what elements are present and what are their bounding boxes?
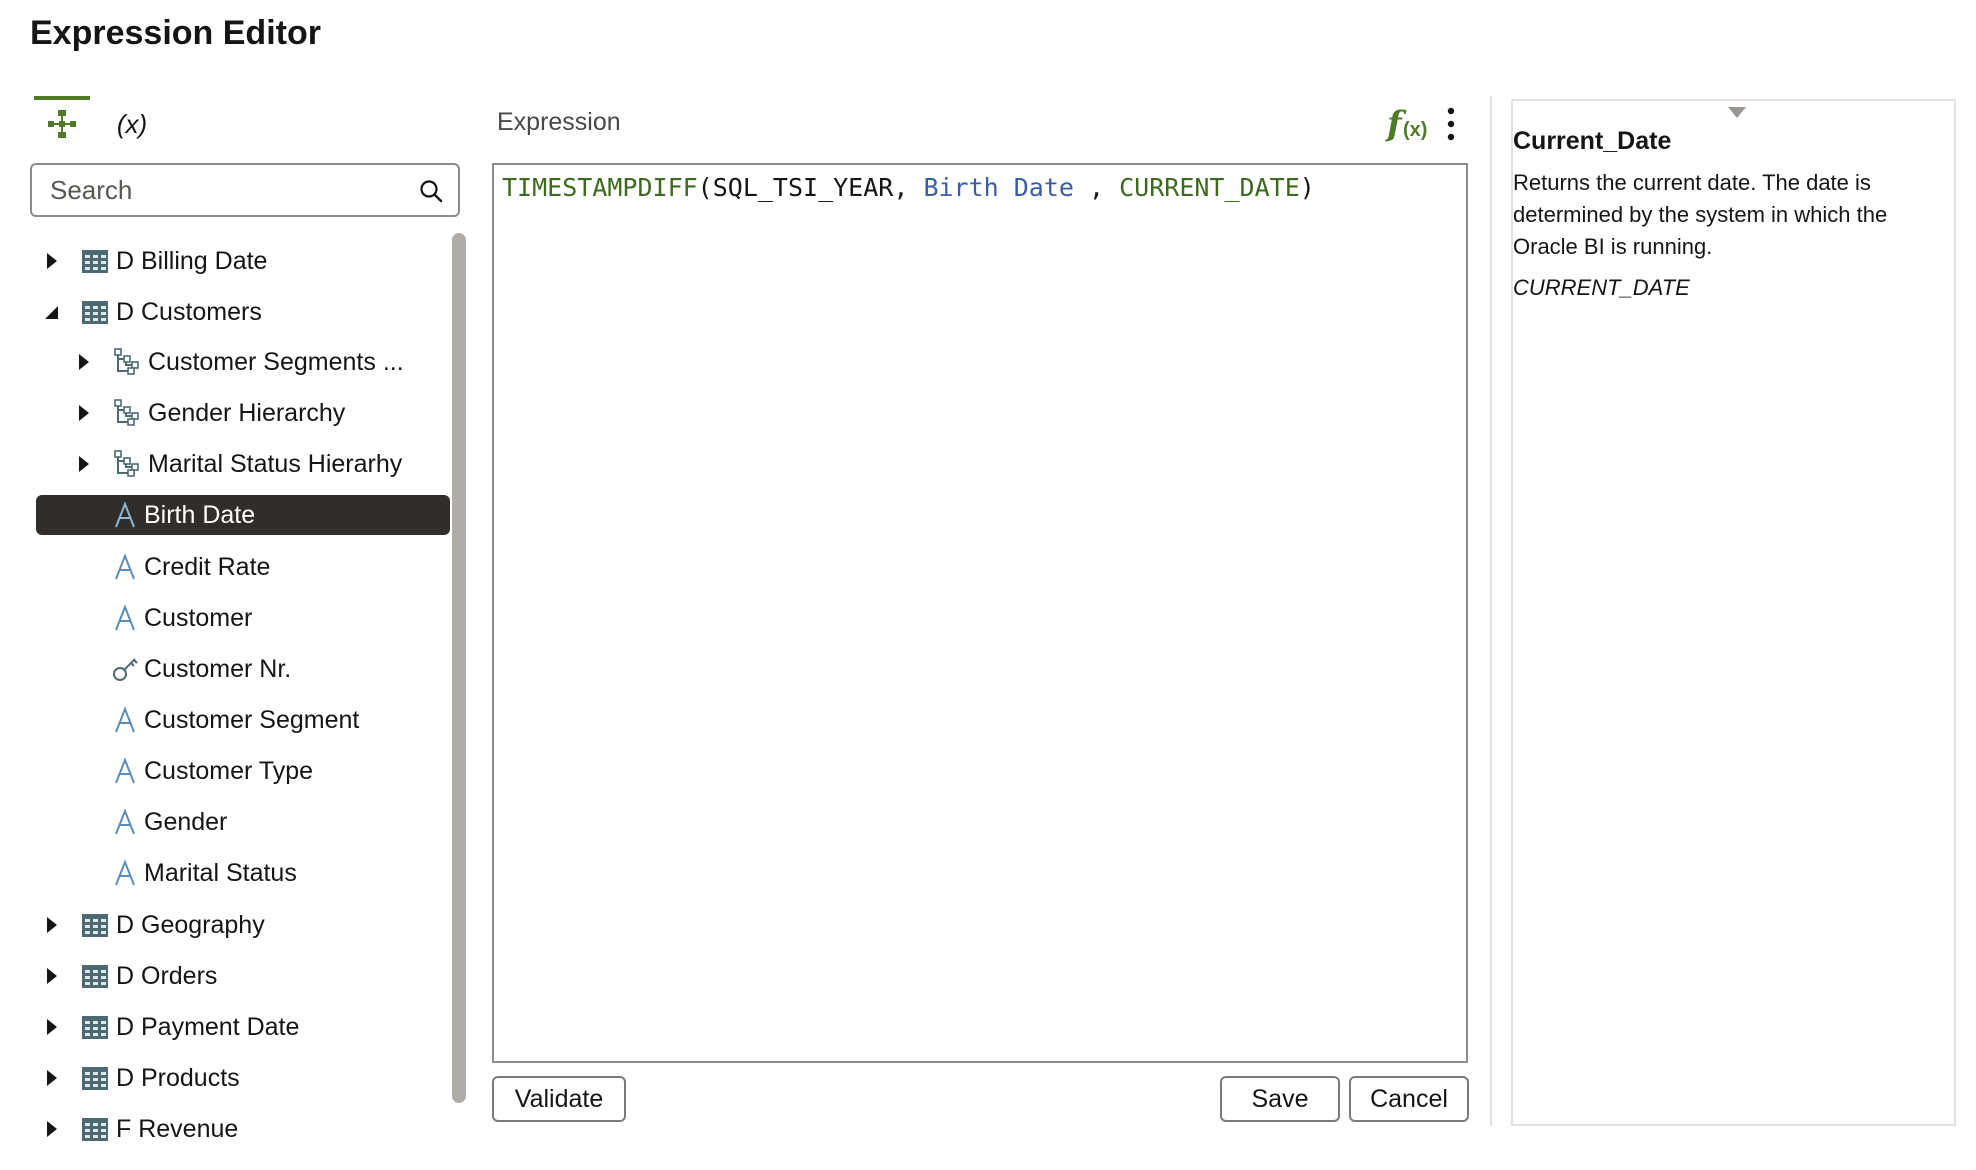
search-input[interactable]	[48, 173, 412, 207]
tree-item-label: D Customers	[116, 298, 262, 326]
code-token-plain: (SQL_TSI_YEAR,	[697, 173, 924, 202]
tree-item-label: D Products	[116, 1064, 240, 1092]
tree-item[interactable]: Marital Status	[30, 853, 440, 893]
caret-down-icon[interactable]	[1728, 107, 1746, 119]
expand-caret-icon[interactable]	[74, 403, 94, 423]
tab-fields[interactable]	[34, 96, 90, 148]
help-title: Current_Date	[1513, 127, 1672, 155]
code-token-column: Birth Date	[923, 173, 1074, 202]
tree-item-label: D Billing Date	[116, 247, 268, 275]
tree-item-label: Customer Type	[144, 757, 314, 785]
panel-divider[interactable]	[1490, 96, 1492, 1126]
table-icon	[82, 250, 108, 273]
tree-item[interactable]: F Revenue	[30, 1109, 440, 1149]
expand-caret-icon[interactable]	[42, 1017, 62, 1037]
attribute-icon	[115, 757, 135, 784]
attribute-icon	[115, 553, 135, 580]
tree-item[interactable]: D Geography	[30, 905, 440, 945]
expand-caret-icon[interactable]	[42, 251, 62, 271]
tree-item-label: Gender Hierarchy	[148, 399, 346, 427]
tree-item-label: Customer Segment	[144, 706, 360, 734]
search-icon[interactable]	[418, 178, 444, 204]
table-icon	[82, 914, 108, 937]
expression-editor-textarea[interactable]: TIMESTAMPDIFF(SQL_TSI_YEAR, Birth Date ,…	[492, 163, 1468, 1063]
tree-item[interactable]: Gender Hierarchy	[30, 393, 440, 433]
tree-item-label: Customer Nr.	[144, 655, 292, 683]
tree-item[interactable]: D Payment Date	[30, 1007, 440, 1047]
search-box	[30, 163, 460, 217]
table-icon	[82, 301, 108, 324]
tree-item[interactable]: Gender	[30, 802, 440, 842]
tree-item-label: Customer	[144, 604, 253, 632]
function-help-panel: Current_Date Returns the current date. T…	[1511, 99, 1956, 1126]
help-description: Returns the current date. The date is de…	[1513, 170, 1888, 259]
tree-item[interactable]: Birth Date	[36, 495, 450, 535]
tab-variables-label: (x)	[116, 108, 148, 139]
expand-caret-icon[interactable]	[42, 1119, 62, 1139]
tree-item[interactable]: D Products	[30, 1058, 440, 1098]
tree-item[interactable]: D Billing Date	[30, 241, 440, 281]
cancel-button[interactable]: Cancel	[1349, 1076, 1469, 1122]
expression-label: Expression	[497, 108, 621, 136]
hierarchy-icon	[114, 399, 139, 426]
svg-text:(x): (x)	[1403, 119, 1427, 141]
attribute-icon	[115, 501, 135, 528]
attribute-icon	[115, 859, 135, 886]
tab-variables[interactable]: (x)	[102, 100, 162, 148]
tree-item-label: Credit Rate	[144, 553, 271, 581]
help-syntax: CURRENT_DATE	[1513, 275, 1690, 300]
hierarchy-icon	[114, 450, 139, 477]
expand-caret-icon[interactable]	[74, 454, 94, 474]
tree-scrollbar[interactable]	[452, 233, 466, 1103]
validate-button[interactable]: Validate	[492, 1076, 626, 1122]
code-token-plain: ,	[1073, 173, 1120, 202]
attribute-icon	[115, 706, 135, 733]
tree-item-label: D Geography	[116, 911, 265, 939]
table-icon	[82, 965, 108, 988]
tree-item[interactable]: Customer	[30, 598, 440, 638]
left-tab-bar: (x)	[34, 96, 454, 146]
code-token-plain: )	[1299, 173, 1315, 202]
tree-item-label: Marital Status	[144, 859, 297, 887]
page-title: Expression Editor	[30, 14, 321, 52]
collapse-caret-icon[interactable]	[42, 302, 62, 322]
expression-editor-window: Expression Editor (x) Search D Billing D…	[0, 0, 1976, 1170]
tree-item[interactable]: D Orders	[30, 956, 440, 996]
tree-item-label: D Payment Date	[116, 1013, 300, 1041]
expression-code: TIMESTAMPDIFF(SQL_TSI_YEAR, Birth Date ,…	[502, 173, 1315, 202]
tree-item-label: F Revenue	[116, 1115, 239, 1143]
kebab-menu-icon[interactable]	[1444, 106, 1458, 142]
table-icon	[82, 1067, 108, 1090]
table-icon	[82, 1016, 108, 1039]
expand-caret-icon[interactable]	[42, 966, 62, 986]
fact-table-icon	[82, 1118, 108, 1141]
expand-caret-icon[interactable]	[42, 1068, 62, 1088]
tree-item-label: Birth Date	[144, 501, 256, 529]
tree-item-label: D Orders	[116, 962, 218, 990]
tree-item[interactable]: Customer Nr.	[30, 649, 440, 689]
tree-item[interactable]: Customer Segments ...	[30, 342, 440, 382]
expand-caret-icon[interactable]	[74, 352, 94, 372]
tree-item[interactable]: Customer Segment	[30, 700, 440, 740]
save-button[interactable]: Save	[1220, 1076, 1340, 1122]
attribute-icon	[115, 808, 135, 835]
tree-item-label: Gender	[144, 808, 228, 836]
code-token-function: TIMESTAMPDIFF	[502, 173, 698, 202]
tree-item-label: Customer Segments ...	[148, 348, 404, 376]
code-token-function: CURRENT_DATE	[1119, 173, 1300, 202]
expand-caret-icon[interactable]	[42, 915, 62, 935]
tree-item[interactable]: Credit Rate	[30, 547, 440, 587]
tree-item[interactable]: Customer Type	[30, 751, 440, 791]
attribute-icon	[115, 604, 135, 631]
hierarchy-icon	[114, 348, 139, 375]
fields-icon	[48, 110, 76, 138]
tree-item[interactable]: Marital Status Hierarhy	[30, 444, 440, 484]
data-element-tree: D Billing Date D Customers Customer Segmen…	[30, 232, 450, 1152]
key-icon	[113, 658, 138, 681]
tree-item[interactable]: D Customers	[30, 292, 440, 332]
tree-item-label: Marital Status Hierarhy	[148, 450, 403, 478]
fx-icon[interactable]: f (x)	[1385, 104, 1435, 144]
